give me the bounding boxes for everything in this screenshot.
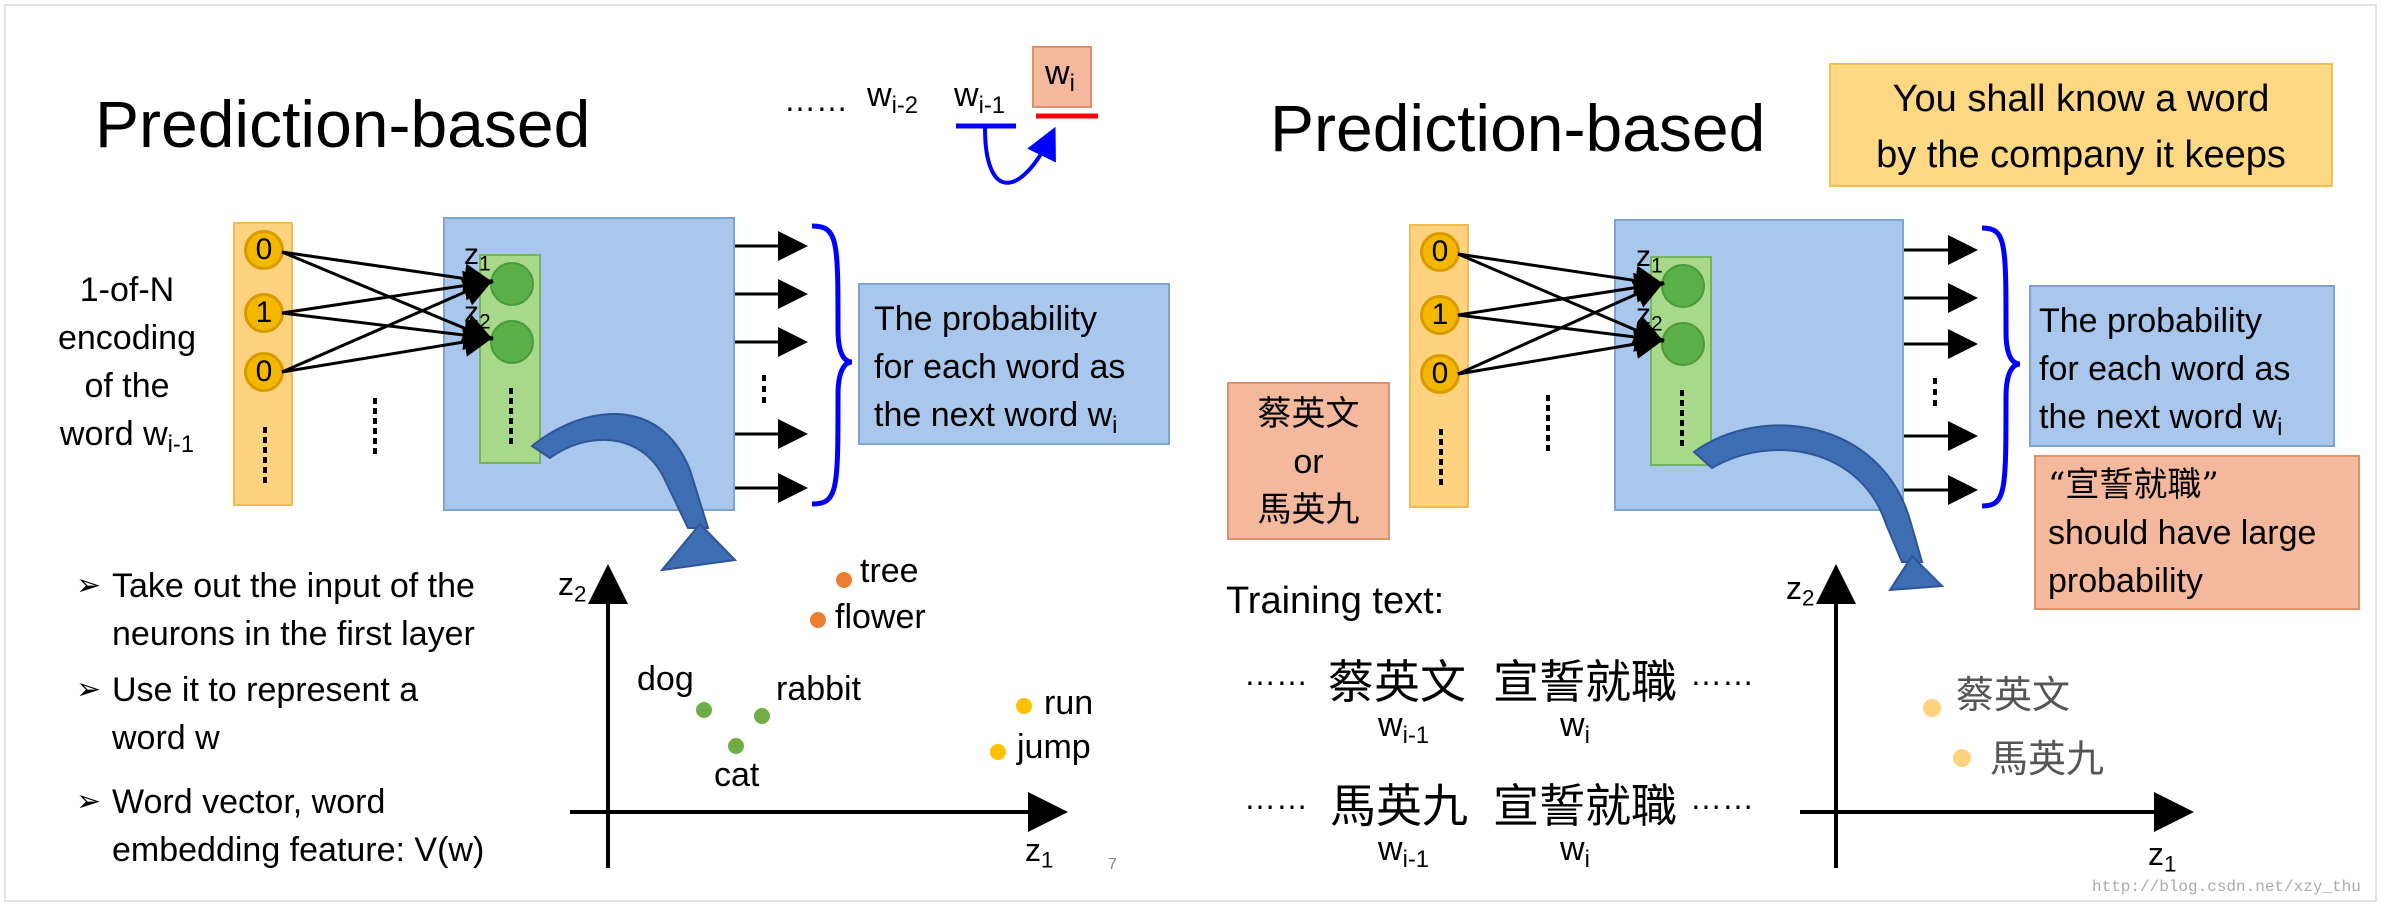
- point-rabbit: [754, 708, 770, 724]
- slide-canvas: Prediction-based …… wi-2 wi-1 wi 1-of-N …: [0, 0, 2383, 908]
- output-ellipsis: [762, 375, 766, 403]
- output-ellipsis-right: [1933, 378, 1937, 406]
- input-ellipsis-vertical-right: [1439, 429, 1443, 485]
- output-arrows: [735, 231, 808, 503]
- input-hidden-connections-right: [1457, 252, 1665, 376]
- point-flower: [810, 612, 826, 628]
- between-layers-ellipsis-right: [1546, 395, 1550, 451]
- point-jump: [990, 744, 1006, 760]
- input-hidden-connections: [281, 250, 494, 374]
- diagram-graphics: [263, 113, 2194, 868]
- hidden-layer-ellipsis-right: [1680, 390, 1684, 446]
- extract-arrow-head-right: [1888, 554, 1945, 592]
- output-arrows-right: [1904, 235, 1978, 505]
- point-dog: [696, 702, 712, 718]
- output-brace-right: [1981, 225, 2021, 509]
- point-tree: [836, 572, 852, 588]
- output-brace: [811, 223, 853, 507]
- extract-arrow: [530, 412, 710, 529]
- point-ma: [1953, 749, 1971, 767]
- extract-arrow-right: [1692, 424, 1924, 563]
- extract-arrow-head: [659, 522, 738, 572]
- between-layers-ellipsis: [373, 398, 377, 454]
- input-ellipsis-vertical: [263, 427, 267, 483]
- point-cai: [1923, 699, 1941, 717]
- point-run: [1016, 698, 1032, 714]
- point-cat: [728, 738, 744, 754]
- predict-next-arrow: [983, 126, 1056, 185]
- hidden-layer-ellipsis: [509, 388, 513, 444]
